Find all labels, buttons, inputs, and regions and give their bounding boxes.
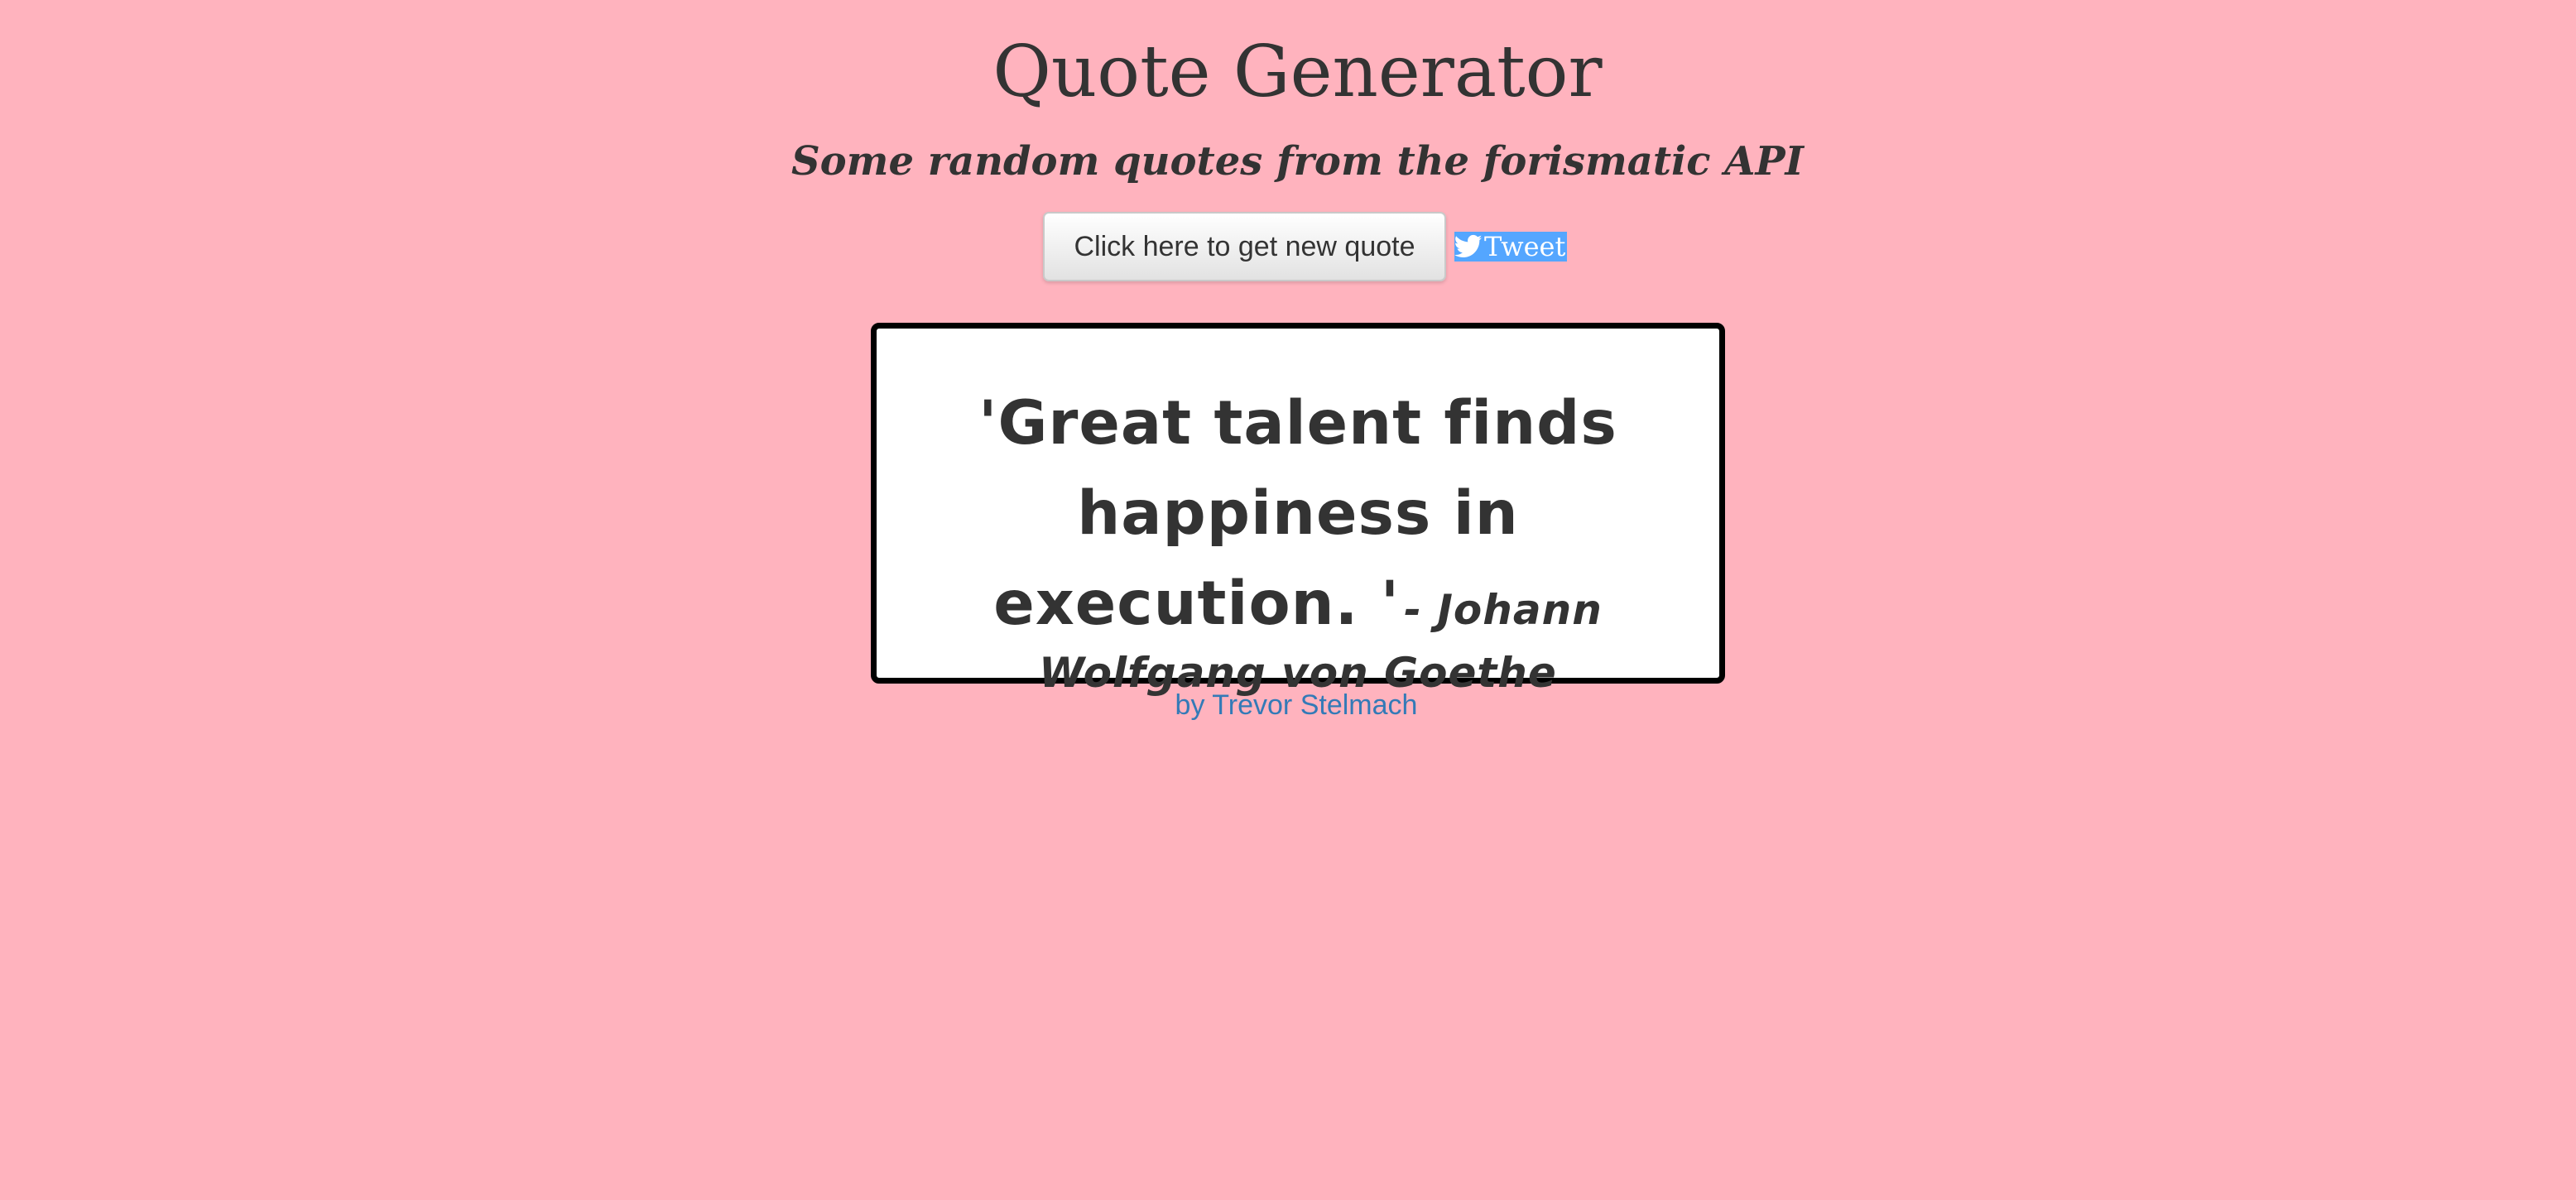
tweet-label: Tweet [1484, 231, 1566, 262]
page-title: Quote Generator [992, 31, 1603, 113]
quote-controls: Click here to get new quote Tweet [1043, 212, 1568, 281]
quote-card: 'Great talent finds happiness in executi… [871, 323, 1725, 697]
quote-generator-page: Quote Generator Some random quotes from … [0, 0, 2576, 1200]
page-subtitle: Some random quotes from the forismatic A… [791, 138, 1804, 185]
new-quote-button[interactable]: Click here to get new quote [1043, 212, 1446, 281]
tweet-link[interactable]: Tweet [1454, 231, 1568, 262]
twitter-icon [1454, 234, 1483, 259]
quote-content: 'Great talent finds happiness in executi… [906, 378, 1689, 697]
author-credit-link[interactable]: by Trevor Stelmach [1172, 689, 1420, 722]
